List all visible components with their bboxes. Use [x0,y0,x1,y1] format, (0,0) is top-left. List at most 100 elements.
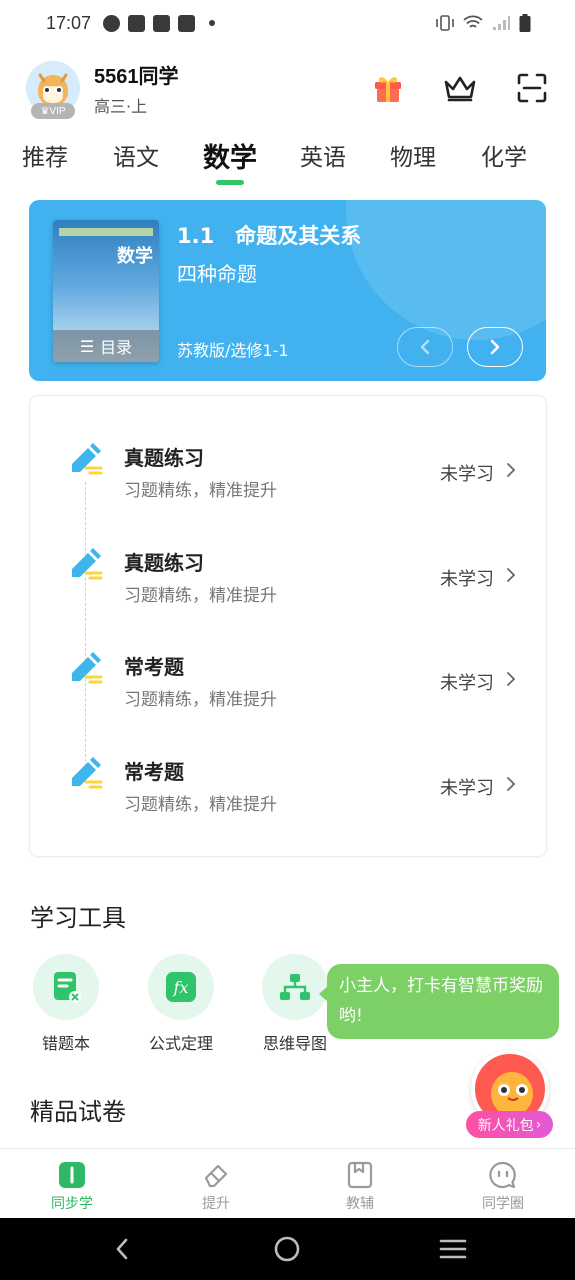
chevron-right-icon [490,339,500,355]
tool-label: 公式定理 [148,1034,213,1053]
menu-icon[interactable] [438,1234,468,1264]
list-item[interactable]: 常考题 习题精练，精准提升 未学习 [30,754,546,834]
nav-label: 同学圈 [482,1196,524,1212]
mail-icon [178,14,196,32]
wrong-book-icon [33,954,99,1020]
header-actions [371,71,549,105]
header: ♛ VIP 5561同学 高三·上 [26,56,549,120]
tool-label: 思维导图 [262,1034,327,1053]
tool-wrong-book[interactable]: 错题本 [26,954,106,1054]
chevron-right-icon [507,672,516,686]
item-desc: 习题精练，精准提升 [124,795,277,815]
gift-label: 新人礼包 [477,1117,534,1134]
next-chapter-button[interactable] [467,327,523,367]
nav-improve[interactable]: 提升 [176,1159,256,1213]
tools-title: 学习工具 [30,904,126,932]
scan-icon[interactable] [515,71,549,105]
cover-title: 数学 [117,246,153,267]
newcomer-gift-button[interactable]: 新人礼包 › [466,1111,553,1138]
chat-icon [487,1159,519,1191]
mail-icon [128,14,146,32]
status-bar: 17:07 [0,0,575,46]
chevron-right-icon [507,777,516,791]
user-name: 5561同学 [94,65,179,88]
item-status: 未学习 [440,569,494,590]
status-right [435,14,531,32]
tab-chinese[interactable]: 语文 [113,138,159,172]
exercise-list: 真题练习 习题精练，精准提升 未学习 真题练习 习题精练，精准提升 未学习 常考… [29,395,547,857]
tab-math[interactable]: 数学 [203,136,257,175]
eraser-icon [200,1159,232,1191]
tutor-book-icon [344,1159,376,1191]
list-icon: ☰ [79,336,95,356]
dot-icon [209,20,216,26]
chevron-right-icon: › [535,1116,542,1133]
mail-icon [153,14,171,32]
toc-button[interactable]: ☰ 目录 [53,330,159,362]
nav-label: 教辅 [346,1196,374,1212]
cover-strip [59,228,153,236]
book-card[interactable]: 数学 ☰ 目录 1.1 命题及其关系 四种命题 苏教版/选修1-1 [29,200,546,381]
papers-title: 精品试卷 [30,1098,126,1126]
tool-mind-map[interactable]: 思维导图 [255,954,335,1054]
crown-small-icon: ♛ [40,105,50,117]
tab-chemistry[interactable]: 化学 [481,138,527,172]
book-cover[interactable]: 数学 ☰ 目录 [53,220,159,362]
bottom-nav: 同步学 提升 教辅 同学圈 [0,1148,575,1218]
item-desc: 习题精练，精准提升 [124,481,277,501]
home-icon[interactable] [272,1234,302,1264]
chevron-left-icon [420,339,430,355]
formula-icon: fx [148,954,214,1020]
tool-formula[interactable]: fx 公式定理 [141,954,221,1054]
vibrate-icon [436,15,454,31]
card-glow [346,200,546,340]
avatar[interactable]: ♛ VIP [26,61,80,119]
timeline-line [85,482,86,782]
system-nav-bar [0,1218,575,1280]
tool-label: 错题本 [41,1034,90,1053]
item-desc: 习题精练，精准提升 [124,586,277,606]
nav-classmates[interactable]: 同学圈 [463,1159,543,1213]
item-title: 真题练习 [124,551,204,575]
tab-physics[interactable]: 物理 [390,138,436,172]
battery-icon [519,14,531,32]
wifi-icon [463,15,483,28]
chapter-subtitle: 四种命题 [177,262,257,286]
prev-chapter-button[interactable] [397,327,453,367]
crown-icon[interactable] [443,71,477,105]
checkin-tooltip[interactable]: 小主人，打卡有智慧币奖励哟! [319,964,559,1039]
item-status: 未学习 [440,673,494,694]
nav-label: 提升 [202,1196,230,1212]
item-desc: 习题精练，精准提升 [124,690,277,710]
list-item[interactable]: 真题练习 习题精练，精准提升 未学习 [30,545,546,625]
pencil-icon [72,548,103,580]
gift-icon[interactable] [371,71,405,105]
list-item[interactable]: 真题练习 习题精练，精准提升 未学习 [30,440,546,520]
book-icon [56,1159,88,1191]
chevron-right-icon [507,568,516,582]
nav-label: 同步学 [51,1196,93,1212]
status-time: 17:07 [46,12,92,33]
list-item[interactable]: 常考题 习题精练，精准提升 未学习 [30,649,546,729]
nav-sync-study[interactable]: 同步学 [32,1159,112,1213]
item-status: 未学习 [440,778,494,799]
item-title: 常考题 [124,760,184,784]
vip-badge: ♛ VIP [31,103,75,119]
status-left: 17:07 [46,12,216,34]
signal-icon [493,16,510,30]
item-status: 未学习 [440,464,494,485]
toc-label: 目录 [100,338,133,357]
user-info[interactable]: 5561同学 高三·上 [94,60,179,117]
tab-recommend[interactable]: 推荐 [22,138,68,172]
tab-english[interactable]: 英语 [300,138,346,172]
clock-icon [103,14,121,32]
vip-label: VIP [49,105,66,117]
back-icon[interactable] [107,1234,137,1264]
nav-tutoring[interactable]: 教辅 [320,1159,400,1213]
tab-indicator [216,180,244,185]
svg-text:fx: fx [173,978,189,997]
chapter-title: 1.1 命题及其关系 [177,224,362,248]
pencil-icon [72,443,103,475]
subject-tabs: 推荐 语文 数学 英语 物理 化学 [0,132,575,188]
item-title: 真题练习 [124,446,204,470]
